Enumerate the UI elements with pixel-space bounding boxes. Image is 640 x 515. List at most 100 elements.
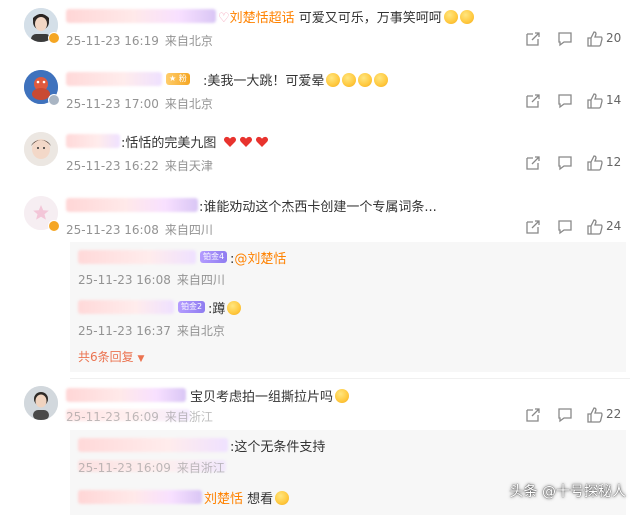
heart-icon (239, 136, 252, 147)
fan-badge: ★ 粉 (166, 73, 190, 85)
mention-link[interactable]: @刘楚恬 (234, 252, 286, 267)
like-icon[interactable] (586, 154, 604, 172)
smile-emoji-icon (227, 301, 242, 315)
reply-text: :蹲 (208, 298, 242, 317)
reply-icon[interactable] (556, 218, 574, 236)
reply-icon[interactable] (556, 406, 574, 424)
dizzy-emoji-icon (358, 73, 373, 87)
location: 来自北京 (164, 97, 213, 111)
timestamp: 25-11-23 17:00 (66, 97, 159, 111)
username-redacted[interactable] (66, 9, 216, 23)
more-replies-link[interactable]: 共6条回复 ▼ (78, 348, 144, 365)
timestamp: 25-11-23 16:19 (66, 34, 159, 48)
username-redacted[interactable] (66, 72, 162, 86)
divider (70, 378, 630, 379)
like-count: 22 (606, 407, 622, 421)
comment-meta: 25-11-23 16:19 来自北京 (66, 32, 213, 49)
reply-meta: 25-11-23 16:08 来自四川 (78, 271, 225, 288)
comment-meta: 25-11-23 16:08 来自四川 (66, 221, 213, 238)
level-badge: 铂金4 (200, 251, 228, 263)
comment-text: :谁能劝动这个杰西卡创建一个专属词条... (199, 200, 437, 215)
share-icon[interactable] (524, 154, 542, 172)
location: 来自四川 (164, 223, 213, 237)
location: 来自浙江 (176, 461, 225, 475)
comment-item: :谁能劝动这个杰西卡创建一个专属词条... 25-11-23 16:08 来自四川… (0, 186, 640, 376)
username-redacted[interactable] (66, 134, 120, 148)
comment-item: :恬恬的完美九图 25-11-23 16:22 来自天津 12 (0, 124, 640, 182)
reply-meta: 25-11-23 16:37 来自北京 (78, 322, 225, 339)
comment-actions: 24 (520, 218, 630, 238)
comment-actions: 22 (520, 406, 630, 426)
location: 来自北京 (176, 324, 225, 338)
comment-meta: 25-11-23 16:09 来自浙江 (66, 408, 213, 425)
username-redacted[interactable] (78, 300, 174, 314)
reply-text: :@刘楚恬 (230, 252, 287, 267)
share-icon[interactable] (524, 218, 542, 236)
user-avatar-icon (24, 386, 58, 420)
comment-meta: 25-11-23 17:00 来自北京 (66, 95, 213, 112)
heart-icon (255, 136, 268, 147)
comment-text: :美我一大跳！可爱晕 (203, 70, 389, 89)
verified-badge-icon (48, 32, 60, 44)
username-redacted[interactable] (66, 388, 186, 402)
comment-actions: 12 (520, 154, 630, 174)
location: 来自北京 (164, 34, 213, 48)
reply-text: 刘楚恬 想看 (204, 488, 290, 507)
share-icon[interactable] (524, 30, 542, 48)
reply-thread: :这个无条件支持 25-11-23 16:09 来自浙江 刘楚恬 想看 (70, 430, 626, 515)
location: 来自四川 (176, 273, 225, 287)
like-icon[interactable] (586, 92, 604, 110)
comment-meta: 25-11-23 16:22 来自天津 (66, 157, 213, 174)
laugh-emoji-icon (459, 10, 474, 24)
verified-badge-icon (48, 220, 60, 232)
like-icon[interactable] (586, 218, 604, 236)
comment-item: ♡刘楚恬超话 可爱又可乐，万事笑呵呵 25-11-23 16:19 来自北京 20 (0, 0, 640, 58)
comment-text: :恬恬的完美九图 (121, 132, 269, 151)
user-avatar-icon (24, 132, 58, 166)
location: 来自天津 (164, 159, 213, 173)
reply-meta: 25-11-23 16:09 来自浙江 (78, 459, 225, 476)
share-icon[interactable] (524, 92, 542, 110)
timestamp: 25-11-23 16:37 (78, 324, 171, 338)
timestamp: 25-11-23 16:22 (66, 159, 159, 173)
reply-icon[interactable] (556, 154, 574, 172)
username-redacted[interactable] (78, 490, 202, 504)
level-badge: 铂金2 (178, 301, 206, 313)
avatar[interactable] (24, 386, 58, 420)
topic-link[interactable]: 刘楚恬超话 (230, 11, 295, 26)
timestamp: 25-11-23 16:09 (78, 461, 171, 475)
like-count: 20 (606, 31, 622, 45)
timestamp: 25-11-23 16:09 (66, 410, 159, 424)
like-count: 14 (606, 93, 622, 107)
share-icon[interactable] (524, 406, 542, 424)
mention-link[interactable]: 刘楚恬 (204, 492, 243, 507)
heart-outline-icon: ♡ (218, 11, 230, 26)
reply-thread: 铂金4 :@刘楚恬 25-11-23 16:08 来自四川 铂金2 :蹲 25-1… (70, 242, 626, 372)
timestamp: 25-11-23 16:08 (78, 273, 171, 287)
heart-eyes-emoji-icon (275, 491, 290, 505)
username-redacted[interactable] (78, 438, 228, 452)
reply-text: :这个无条件支持 (230, 440, 326, 455)
username-redacted[interactable] (78, 250, 196, 264)
avatar[interactable] (24, 132, 58, 166)
shy-emoji-icon (335, 389, 350, 403)
like-icon[interactable] (586, 30, 604, 48)
like-count: 24 (606, 219, 622, 233)
location: 来自浙江 (164, 410, 213, 424)
reply-icon[interactable] (556, 92, 574, 110)
comment-actions: 20 (520, 30, 630, 50)
smile-emoji-icon (326, 73, 341, 87)
like-icon[interactable] (586, 406, 604, 424)
dizzy-emoji-icon (374, 73, 389, 87)
username-redacted[interactable] (66, 198, 198, 212)
like-count: 12 (606, 155, 622, 169)
timestamp: 25-11-23 16:08 (66, 223, 159, 237)
heart-icon (223, 136, 236, 147)
reply-icon[interactable] (556, 30, 574, 48)
comment-text: 宝贝考虑拍一组撕拉片吗 (190, 386, 350, 405)
laugh-emoji-icon (443, 10, 458, 24)
watermark: 头条 @十号探秘人 (509, 484, 626, 500)
comment-actions: 14 (520, 92, 630, 112)
verified-badge-icon (48, 94, 60, 106)
caret-down-icon: ▼ (137, 354, 145, 364)
